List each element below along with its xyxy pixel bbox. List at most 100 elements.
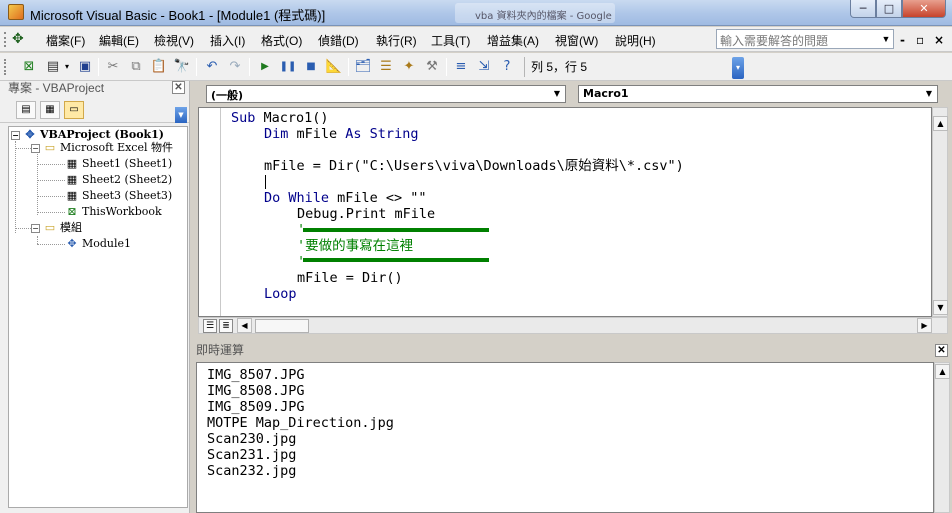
chevron-down-icon[interactable]: ▼ <box>550 87 564 101</box>
code-line[interactable]: Do While mFile <> "" <box>264 190 427 206</box>
toolbox-icon[interactable]: ⚒ <box>423 58 441 76</box>
code-editor[interactable]: Sub Macro1() Dim mFile As String mFile =… <box>198 107 932 317</box>
tree-node-sheet3[interactable]: ▦ Sheet3 (Sheet3) <box>65 188 172 204</box>
code-vertical-scrollbar[interactable]: ▲ ▼ <box>932 107 948 317</box>
break-icon[interactable]: ❚❚ <box>279 58 297 76</box>
menu-debug[interactable]: 偵錯(D) <box>318 32 359 49</box>
mdi-close-button[interactable]: × <box>934 33 944 47</box>
menu-window[interactable]: 視窗(W) <box>555 32 598 49</box>
tree-node-modules[interactable]: − ▭ 模組 <box>31 220 82 236</box>
sheet-icon: ▦ <box>66 189 78 202</box>
menu-edit[interactable]: 編輯(E) <box>99 32 139 49</box>
tree-node-excel-objects[interactable]: − ▭ Microsoft Excel 物件 <box>31 140 173 156</box>
output-line: Scan230.jpg <box>207 431 297 447</box>
procedure-combo-value: Macro1 <box>583 87 629 100</box>
output-line: Scan232.jpg <box>207 463 297 479</box>
view-object-icon[interactable]: ▦ <box>40 101 60 119</box>
vb-menu-icon[interactable]: ✥ <box>12 31 30 47</box>
tab-order-icon[interactable]: ≡ <box>452 58 470 76</box>
project-explorer-icon[interactable]: 🗂 <box>354 58 372 76</box>
folder-icon: ▭ <box>44 141 56 154</box>
code-line[interactable]: Debug.Print mFile <box>297 206 435 222</box>
folder-icon: ▭ <box>44 221 56 234</box>
scroll-up-icon[interactable]: ▲ <box>933 116 948 131</box>
menu-file[interactable]: 檔案(F) <box>46 32 85 49</box>
code-horizontal-scrollbar[interactable]: ☰ ≣ ◀ ▶ <box>198 317 948 334</box>
mdi-restore-button[interactable]: ▫ <box>916 33 924 47</box>
ask-question-box[interactable]: 輸入需要解答的問題 ▼ <box>716 29 894 49</box>
tree-node-thisworkbook[interactable]: ⊠ ThisWorkbook <box>65 204 161 220</box>
code-line[interactable]: mFile = Dir() <box>297 270 403 286</box>
scroll-left-icon[interactable]: ◀ <box>237 318 252 333</box>
output-line: IMG_8507.JPG <box>207 367 305 383</box>
margin-indicator-bar[interactable] <box>199 108 221 316</box>
toggle-folders-icon[interactable]: ▭ <box>64 101 84 119</box>
help-icon[interactable]: ? <box>498 58 516 76</box>
background-window-tab[interactable]: vba 資料夾內的檔案 - Google 搜尋 <box>455 3 615 23</box>
properties-icon[interactable]: ☰ <box>377 58 395 76</box>
design-mode-icon[interactable]: 📐 <box>325 58 343 76</box>
minimize-button[interactable]: ─ <box>850 0 876 18</box>
code-line[interactable]: ' <box>297 222 305 238</box>
menu-insert[interactable]: 插入(I) <box>210 32 245 49</box>
paste-icon[interactable]: 📋 <box>150 58 168 76</box>
tree-node-sheet2[interactable]: ▦ Sheet2 (Sheet2) <box>65 172 172 188</box>
cursor-position: 列 5，行 5 <box>524 57 734 77</box>
code-line[interactable]: mFile = Dir("C:\Users\viva\Downloads\原始資… <box>264 158 684 174</box>
chevron-down-icon[interactable]: ▼ <box>175 107 187 123</box>
code-window: (一般) ▼ Macro1 ▼ Sub Macro1() Dim mFile A… <box>194 81 952 334</box>
scroll-down-icon[interactable]: ▼ <box>933 300 948 315</box>
close-button[interactable]: ✕ <box>902 0 946 18</box>
procedure-combo[interactable]: Macro1 ▼ <box>578 85 938 103</box>
menu-format[interactable]: 格式(O) <box>261 32 302 49</box>
excel-icon[interactable]: ⊠ <box>20 58 38 76</box>
comment-separator <box>303 228 489 232</box>
menu-addins[interactable]: 增益集(A) <box>487 32 539 49</box>
object-browser-icon[interactable]: ✦ <box>400 58 418 76</box>
undo-icon[interactable]: ↶ <box>203 58 221 76</box>
scroll-right-icon[interactable]: ▶ <box>917 318 932 333</box>
code-line[interactable]: Dim mFile As String <box>264 126 418 142</box>
reset-icon[interactable]: ■ <box>302 58 320 76</box>
close-icon[interactable]: ✕ <box>172 81 185 94</box>
cut-icon[interactable]: ✂ <box>104 58 122 76</box>
text-caret <box>265 175 266 189</box>
immediate-vertical-scrollbar[interactable]: ▲ <box>934 362 950 513</box>
close-icon[interactable]: ✕ <box>935 344 948 357</box>
chevron-down-icon[interactable]: ▼ <box>879 30 893 48</box>
maximize-button[interactable]: □ <box>876 0 902 18</box>
bookmark-icon[interactable]: ⇲ <box>475 58 493 76</box>
code-line[interactable]: Sub Macro1() <box>231 110 329 126</box>
copy-icon[interactable]: ⧉ <box>127 58 145 76</box>
toolbar-grip[interactable] <box>4 32 7 47</box>
scrollbar-thumb[interactable] <box>255 319 309 333</box>
window-title: Microsoft Visual Basic - Book1 - [Module… <box>30 8 326 23</box>
full-module-view-icon[interactable]: ≣ <box>219 319 233 333</box>
chevron-down-icon[interactable]: ▾ <box>58 58 76 76</box>
code-line[interactable]: Loop <box>264 286 297 302</box>
toolbar-options-icon[interactable]: ▾ <box>732 57 744 79</box>
procedure-view-icon[interactable]: ☰ <box>203 319 217 333</box>
collapse-icon[interactable]: − <box>31 223 40 233</box>
mdi-minimize-button[interactable]: - <box>900 33 905 47</box>
tree-node-module1[interactable]: ✥ Module1 <box>65 236 131 252</box>
scroll-up-icon[interactable]: ▲ <box>935 364 950 379</box>
chevron-down-icon[interactable]: ▼ <box>922 87 936 101</box>
collapse-icon[interactable]: − <box>31 143 40 153</box>
menu-view[interactable]: 檢視(V) <box>154 32 194 49</box>
view-code-icon[interactable]: ▤ <box>16 101 36 119</box>
collapse-icon[interactable]: − <box>11 130 20 140</box>
immediate-output[interactable]: IMG_8507.JPG IMG_8508.JPG IMG_8509.JPG M… <box>196 362 934 513</box>
menu-tools[interactable]: 工具(T) <box>431 32 470 49</box>
find-icon[interactable]: 🔭 <box>173 58 191 76</box>
code-line[interactable]: ' <box>297 254 305 270</box>
menu-run[interactable]: 執行(R) <box>376 32 417 49</box>
redo-icon[interactable]: ↷ <box>226 58 244 76</box>
object-combo[interactable]: (一般) ▼ <box>206 85 566 103</box>
tree-node-sheet1[interactable]: ▦ Sheet1 (Sheet1) <box>65 156 172 172</box>
save-icon[interactable]: ▣ <box>76 58 94 76</box>
code-line[interactable]: '要做的事寫在這裡 <box>297 238 413 254</box>
run-icon[interactable]: ▶ <box>256 58 274 76</box>
menu-help[interactable]: 說明(H) <box>615 32 656 49</box>
toolbar-grip[interactable] <box>4 59 7 75</box>
